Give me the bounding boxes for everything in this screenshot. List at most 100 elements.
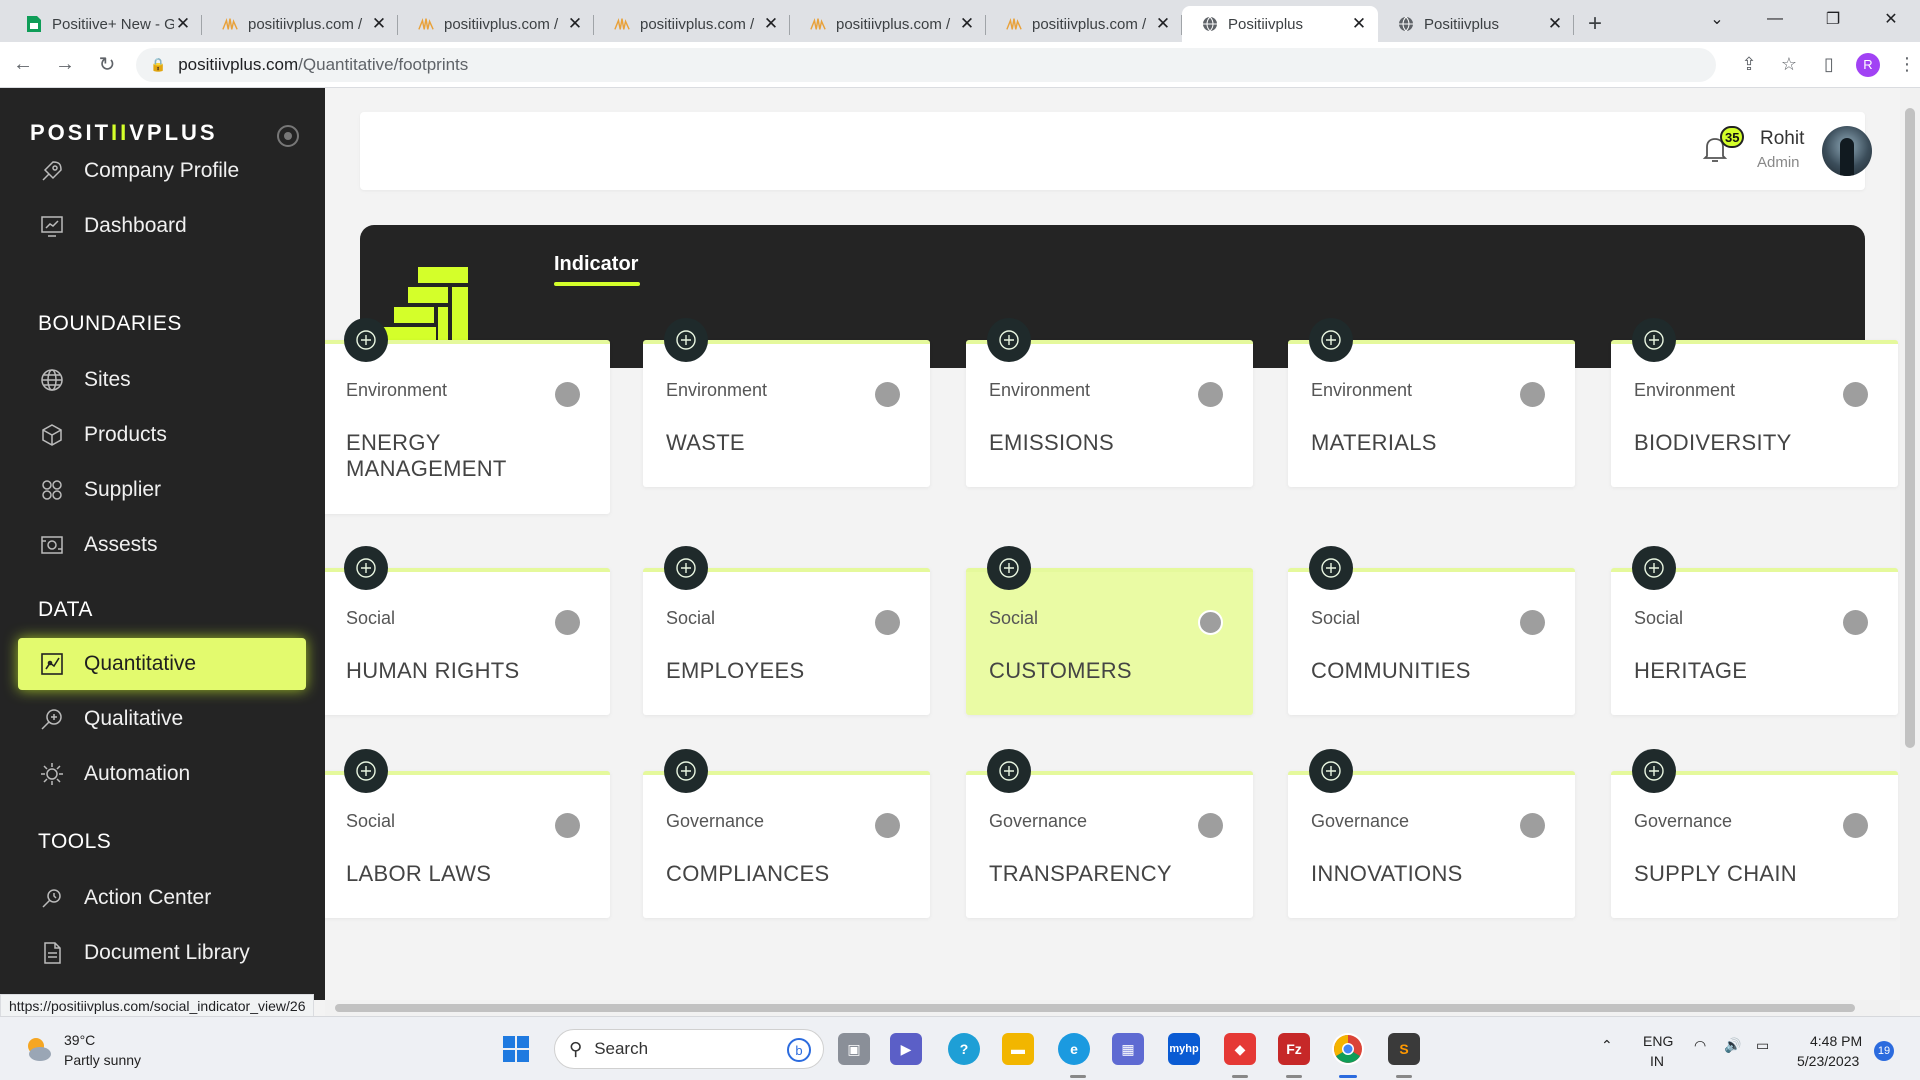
sidebar-item-products[interactable]: Products bbox=[18, 409, 306, 461]
file-explorer-icon[interactable]: ▬ bbox=[1002, 1033, 1034, 1065]
indicator-name: TRANSPARENCY bbox=[989, 861, 1172, 886]
volume-icon[interactable]: 🔊 bbox=[1724, 1037, 1741, 1054]
new-tab-button[interactable]: + bbox=[1574, 6, 1616, 42]
close-window-button[interactable]: ✕ bbox=[1862, 0, 1920, 38]
browser-tab[interactable]: positiivplus.com / ✕ bbox=[202, 6, 398, 42]
sidebar-item-document-library[interactable]: Document Library bbox=[18, 927, 306, 979]
help-icon[interactable]: ? bbox=[948, 1033, 980, 1065]
user-name[interactable]: Rohit bbox=[1760, 128, 1804, 150]
indicator-card[interactable]: Environment BIODIVERSITY bbox=[1611, 318, 1898, 487]
language-indicator[interactable]: ENG bbox=[1643, 1033, 1673, 1049]
avatar[interactable] bbox=[1822, 126, 1872, 176]
bing-icon[interactable]: b bbox=[787, 1038, 811, 1062]
edge-browser-icon[interactable]: e bbox=[1058, 1033, 1090, 1065]
sidebar-item-assests[interactable]: Assests bbox=[18, 519, 306, 571]
taskbar-search-input[interactable]: ⚲ Search b bbox=[554, 1029, 824, 1069]
minimize-button[interactable]: — bbox=[1746, 0, 1804, 38]
indicator-card[interactable]: Social HERITAGE bbox=[1611, 546, 1898, 715]
microsoft-store-icon[interactable]: ▦ bbox=[1112, 1033, 1144, 1065]
task-view-icon[interactable]: ▣ bbox=[838, 1033, 870, 1065]
materials-icon bbox=[1309, 318, 1353, 362]
indicator-card[interactable]: Governance COMPLIANCES bbox=[643, 749, 930, 918]
close-tab-icon[interactable]: ✕ bbox=[174, 14, 192, 34]
partly-sunny-icon[interactable] bbox=[22, 1033, 54, 1065]
indicator-card[interactable]: Environment WASTE bbox=[643, 318, 930, 487]
indicator-name: SUPPLY CHAIN bbox=[1634, 861, 1797, 886]
sidebar-item-qualitative[interactable]: Qualitative bbox=[18, 693, 306, 745]
clock-time[interactable]: 4:48 PM bbox=[1810, 1033, 1862, 1049]
browser-tab[interactable]: Positiivplus ✕ bbox=[1378, 6, 1574, 42]
close-tab-icon[interactable]: ✕ bbox=[958, 14, 976, 34]
app-logo[interactable]: POSITIIVPLUS bbox=[30, 120, 218, 146]
browser-menu-icon[interactable]: ⋮ bbox=[1894, 54, 1920, 75]
sidebar-item-quantitative[interactable]: Quantitative bbox=[18, 638, 306, 690]
indicator-card[interactable]: Environment MATERIALS bbox=[1288, 318, 1575, 487]
status-dot bbox=[1198, 610, 1223, 635]
browser-tab[interactable]: positiivplus.com / ✕ bbox=[790, 6, 986, 42]
indicator-card[interactable]: Environment ENERGY MANAGEMENT bbox=[325, 318, 610, 514]
reload-button[interactable]: ↻ bbox=[88, 46, 126, 84]
browser-tab[interactable]: positiivplus.com / ✕ bbox=[594, 6, 790, 42]
indicator-card[interactable]: Social LABOR LAWS bbox=[325, 749, 610, 918]
maximize-button[interactable]: ❐ bbox=[1804, 0, 1862, 38]
sidebar-item-automation[interactable]: Automation bbox=[18, 748, 306, 800]
indicator-card[interactable]: Governance SUPPLY CHAIN bbox=[1611, 749, 1898, 918]
sublime-text-icon[interactable]: S bbox=[1388, 1033, 1420, 1065]
browser-tab[interactable]: positiivplus.com / ✕ bbox=[398, 6, 594, 42]
sidebar-item-action-center[interactable]: Action Center bbox=[18, 872, 306, 924]
side-panel-icon[interactable]: ▯ bbox=[1816, 54, 1842, 75]
close-tab-icon[interactable]: ✕ bbox=[370, 14, 388, 34]
sidebar-item-dashboard[interactable]: Dashboard bbox=[18, 200, 306, 252]
indicator-name: EMISSIONS bbox=[989, 430, 1114, 455]
browser-tab[interactable]: Positiivplus ✕ bbox=[1182, 6, 1378, 42]
indicator-card[interactable]: Social COMMUNITIES bbox=[1288, 546, 1575, 715]
indicator-category: Governance bbox=[666, 811, 765, 831]
filezilla-icon[interactable]: Fz bbox=[1278, 1033, 1310, 1065]
url-input[interactable]: 🔒 positiivplus.com/Quantitative/footprin… bbox=[136, 47, 1716, 82]
notification-center-badge[interactable]: 19 bbox=[1874, 1041, 1894, 1061]
profile-avatar[interactable]: R bbox=[1856, 52, 1880, 77]
wifi-icon[interactable]: ◠ bbox=[1694, 1037, 1706, 1054]
tab-indicator[interactable]: Indicator bbox=[554, 253, 638, 276]
clock-date[interactable]: 5/23/2023 bbox=[1797, 1053, 1859, 1069]
tray-chevron-icon[interactable]: ⌃ bbox=[1601, 1037, 1613, 1054]
indicator-card[interactable]: Social EMPLOYEES bbox=[643, 546, 930, 715]
communities-icon bbox=[1309, 546, 1353, 590]
tab-title: Positiivplus bbox=[1228, 15, 1304, 33]
close-tab-icon[interactable]: ✕ bbox=[1546, 14, 1564, 34]
forward-button[interactable]: → bbox=[46, 46, 84, 84]
sidebar-toggle-icon[interactable] bbox=[277, 125, 299, 147]
indicator-category: Environment bbox=[989, 380, 1091, 400]
indicator-card[interactable]: Environment EMISSIONS bbox=[966, 318, 1253, 487]
sidebar-item-company-profile[interactable]: Company Profile bbox=[18, 145, 306, 197]
indicator-category: Social bbox=[989, 608, 1039, 628]
teams-chat-icon[interactable]: ▶ bbox=[890, 1033, 922, 1065]
indicator-card[interactable]: Social HUMAN RIGHTS bbox=[325, 546, 610, 715]
close-tab-icon[interactable]: ✕ bbox=[1350, 14, 1368, 34]
bookmark-star-icon[interactable]: ☆ bbox=[1776, 54, 1802, 75]
windows-start-icon[interactable] bbox=[500, 1033, 532, 1065]
close-tab-icon[interactable]: ✕ bbox=[566, 14, 584, 34]
close-tab-icon[interactable]: ✕ bbox=[1154, 14, 1172, 34]
myhp-icon[interactable]: myhp bbox=[1168, 1033, 1200, 1065]
vertical-scrollbar[interactable] bbox=[1900, 88, 1920, 1000]
indicator-card[interactable]: Social CUSTOMERS bbox=[966, 546, 1253, 715]
sidebar-item-sites[interactable]: Sites bbox=[18, 354, 306, 406]
sidebar-item-supplier[interactable]: Supplier bbox=[18, 464, 306, 516]
share-icon[interactable]: ⇪ bbox=[1736, 54, 1762, 75]
browser-tab[interactable]: Positiive+ New - G ✕ bbox=[6, 6, 202, 42]
back-button[interactable]: ← bbox=[4, 46, 42, 84]
battery-icon[interactable]: ▭ bbox=[1756, 1037, 1769, 1054]
close-tab-icon[interactable]: ✕ bbox=[762, 14, 780, 34]
horizontal-scrollbar[interactable] bbox=[325, 1000, 1900, 1016]
anydesk-icon[interactable]: ◆ bbox=[1224, 1033, 1256, 1065]
horizontal-scroll-thumb[interactable] bbox=[335, 1004, 1855, 1012]
vertical-scroll-thumb[interactable] bbox=[1905, 108, 1915, 748]
notification-badge: 35 bbox=[1720, 126, 1745, 148]
tab-search-icon[interactable]: ⌄ bbox=[1688, 0, 1746, 38]
indicator-name: LABOR LAWS bbox=[346, 861, 492, 886]
chrome-icon[interactable] bbox=[1332, 1033, 1364, 1065]
browser-tab[interactable]: positiivplus.com / ✕ bbox=[986, 6, 1182, 42]
indicator-card[interactable]: Governance TRANSPARENCY bbox=[966, 749, 1253, 918]
indicator-card[interactable]: Governance INNOVATIONS bbox=[1288, 749, 1575, 918]
